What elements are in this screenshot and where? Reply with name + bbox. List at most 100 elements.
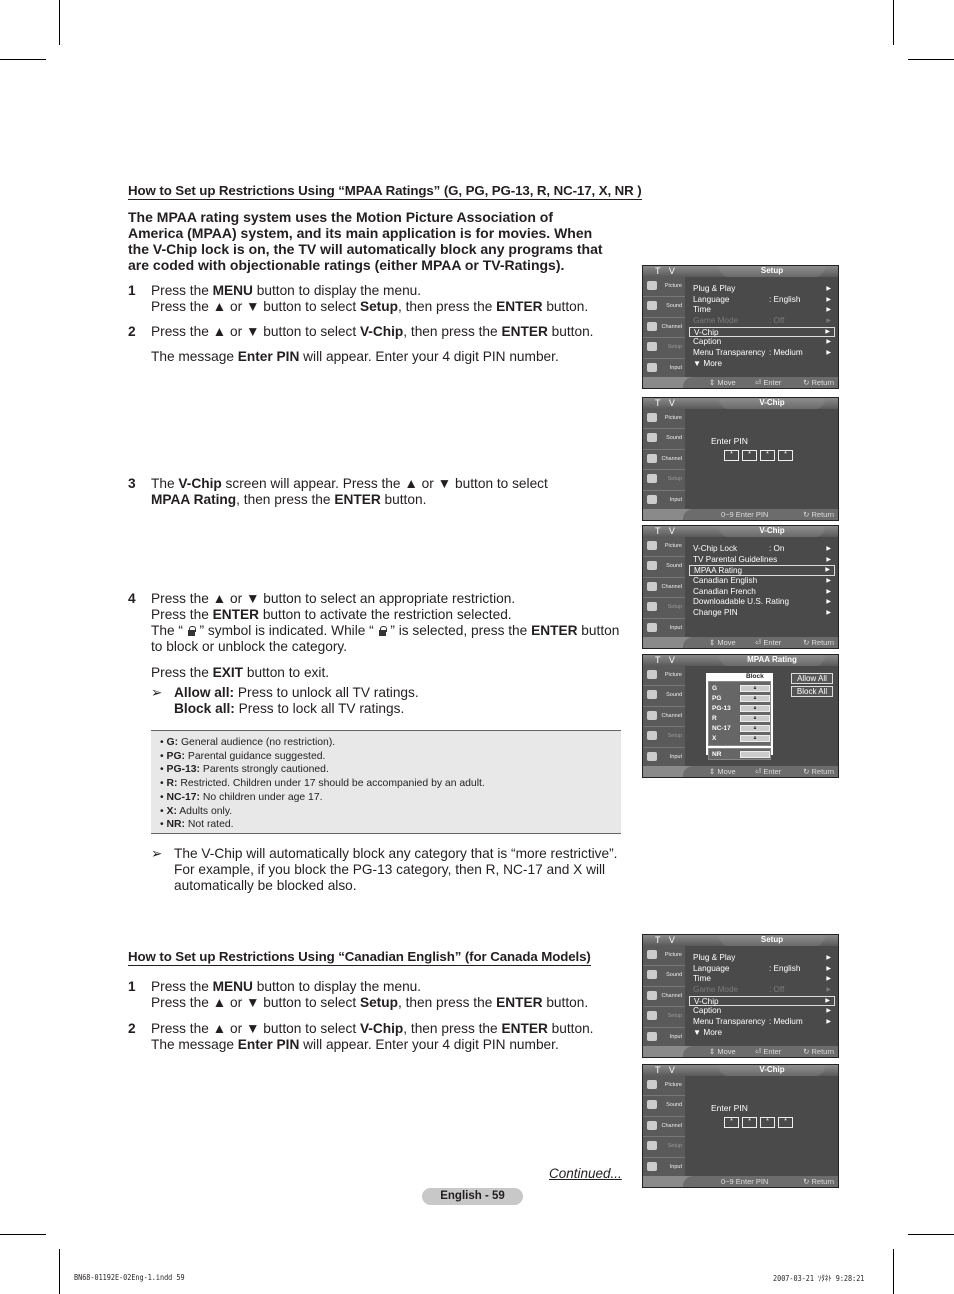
tv-sidebar-item-picture[interactable]: Picture [643,409,685,430]
hint-enter-pin: 0~9 Enter PIN [721,1177,769,1186]
osd-menu-item[interactable]: Menu Transparency: Medium ▶ [689,348,835,359]
tv-sidebar-item-channel[interactable]: Channel [643,1117,685,1138]
osd-title: Setup [719,935,825,946]
tv-sidebar-item-setup[interactable]: Setup [643,470,685,491]
osd-menu-item[interactable]: ▼ More [689,359,835,370]
tv-sidebar-item-picture[interactable]: Picture [643,537,685,558]
channel-icon [647,581,657,591]
hint-move: ⇕ Move [709,638,736,647]
lock-icon[interactable]: 🔒︎ [740,715,770,722]
pin-digit[interactable]: * [724,1117,739,1128]
osd-menu-item[interactable]: Menu Transparency: Medium ▶ [689,1017,835,1028]
tv-sidebar-item-sound[interactable]: Sound [643,297,685,318]
osd-title: V-Chip [719,398,825,409]
mpaa-row[interactable]: R 🔒︎ [712,714,770,723]
arrow-right-icon: ▶ [826,339,831,346]
pin-input[interactable]: * * * * [724,1117,793,1128]
tv-sidebar-item-sound[interactable]: Sound [643,686,685,707]
osd-menu-item[interactable]: Caption ▶ [689,1006,835,1017]
pin-digit[interactable]: * [742,1117,757,1128]
osd-menu-item[interactable]: ▼ More [689,1028,835,1039]
tv-sidebar-item-setup[interactable]: Setup [643,727,685,748]
tv-sidebar-item-setup[interactable]: Setup [643,598,685,619]
osd-menu-item[interactable]: V-Chip Lock: On ▶ [689,544,835,555]
pin-input[interactable]: * * * * [724,450,793,461]
osd-menu-item[interactable]: Change PIN ▶ [689,608,835,619]
osd-menu-item[interactable]: Plug & Play ▶ [689,953,835,964]
tv-sidebar-item-sound[interactable]: Sound [643,1096,685,1117]
tv-sidebar-item-input[interactable]: Input [643,748,685,768]
osd-menu-item[interactable]: Time ▶ [689,305,835,316]
osd-menu-item[interactable]: V-Chip ▶ [689,326,835,338]
tv-sidebar-item-sound[interactable]: Sound [643,429,685,450]
pin-digit[interactable]: * [778,450,793,461]
tv-sidebar-item-input[interactable]: Input [643,619,685,639]
tv-sidebar-item-picture[interactable]: Picture [643,666,685,687]
osd-menu-item[interactable]: Plug & Play ▶ [689,284,835,295]
hint-return: ↻ Return [803,1177,834,1186]
hint-move: ⇕ Move [709,378,736,387]
lock-icon[interactable]: 🔒︎ [740,685,770,692]
osd-menu-item[interactable]: TV Parental Guidelines ▶ [689,555,835,566]
osd-menu-item[interactable]: Language: English ▶ [689,295,835,306]
tv-sidebar-item-picture[interactable]: Picture [643,277,685,298]
tv-sidebar-item-channel[interactable]: Channel [643,578,685,599]
ratings-legend: • G: General audience (no restriction). … [151,730,621,834]
osd-menu-item[interactable]: Canadian English ▶ [689,576,835,587]
tv-sidebar-item-picture[interactable]: Picture [643,1076,685,1097]
osd-menu-item[interactable]: Caption ▶ [689,337,835,348]
tv-sidebar-item-setup[interactable]: Setup [643,1007,685,1028]
tv-sidebar-item-input[interactable]: Input [643,359,685,379]
mpaa-row[interactable]: X 🔒︎ [712,734,770,743]
tv-sidebar-item-channel[interactable]: Channel [643,450,685,471]
osd-menu-item[interactable]: Time ▶ [689,974,835,985]
arrow-right-icon: ▶ [826,556,831,563]
hint-return: ↻ Return [803,510,834,519]
allow-all-button[interactable]: Allow All [791,673,833,684]
osd-title: V-Chip [719,526,825,537]
tv-sidebar-item-setup[interactable]: Setup [643,338,685,359]
tv-sidebar-item-setup[interactable]: Setup [643,1137,685,1158]
osd-menu-item[interactable]: Canadian French ▶ [689,587,835,598]
tv-sidebar-item-input[interactable]: Input [643,491,685,511]
osd-menu-item[interactable]: V-Chip ▶ [689,995,835,1007]
pin-digit[interactable]: * [760,1117,775,1128]
mpaa-row[interactable]: NC-17 🔒︎ [712,724,770,733]
lock-icon[interactable]: 🔒︎ [740,695,770,702]
osd-menu: Plug & Play ▶ Language: English ▶ Time ▶ Game … [689,284,835,370]
crop-mark [59,0,60,45]
mpaa-row[interactable]: PG 🔒︎ [712,694,770,703]
block-all-button[interactable]: Block All [791,686,833,697]
mpaa-row-nr[interactable]: NR [712,750,770,759]
osd-menu-item[interactable]: Game Mode: Off ▶ [689,985,835,996]
pin-digit[interactable]: * [724,450,739,461]
mpaa-row[interactable]: G 🔒︎ [712,684,770,693]
osd-menu-item[interactable]: MPAA Rating ▶ [689,565,835,577]
tv-sidebar-item-channel[interactable]: Channel [643,987,685,1008]
tv-sidebar-item-sound[interactable]: Sound [643,557,685,578]
tv-sidebar-item-channel[interactable]: Channel [643,318,685,339]
setup-icon [647,602,657,612]
lock-icon[interactable]: 🔒︎ [740,705,770,712]
lock-icon[interactable]: 🔒︎ [740,725,770,732]
mpaa-row[interactable]: PG-13 🔒︎ [712,704,770,713]
rating-item: • X: Adults only. [160,805,233,817]
pin-digit[interactable]: * [760,450,775,461]
tv-sidebar-item-channel[interactable]: Channel [643,707,685,728]
osd-menu-item[interactable]: Game Mode: Off ▶ [689,316,835,327]
input-icon [647,362,657,372]
channel-icon [647,1120,657,1130]
osd-menu-item[interactable]: Downloadable U.S. Rating ▶ [689,597,835,608]
pin-digit[interactable]: * [778,1117,793,1128]
crop-mark [893,0,894,45]
tv-sidebar-item-input[interactable]: Input [643,1028,685,1048]
input-icon [647,1031,657,1041]
lock-icon[interactable]: 🔒︎ [740,735,770,742]
tv-sidebar-item-sound[interactable]: Sound [643,966,685,987]
pin-digit[interactable]: * [742,450,757,461]
tv-screen-mpaa: T V MPAA Rating Picture Sound Channel Setup In… [642,654,839,778]
tv-sidebar-item-picture[interactable]: Picture [643,946,685,967]
arrow-right-icon: ▶ [826,286,831,292]
tv-sidebar-item-input[interactable]: Input [643,1158,685,1178]
osd-menu-item[interactable]: Language: English ▶ [689,964,835,975]
